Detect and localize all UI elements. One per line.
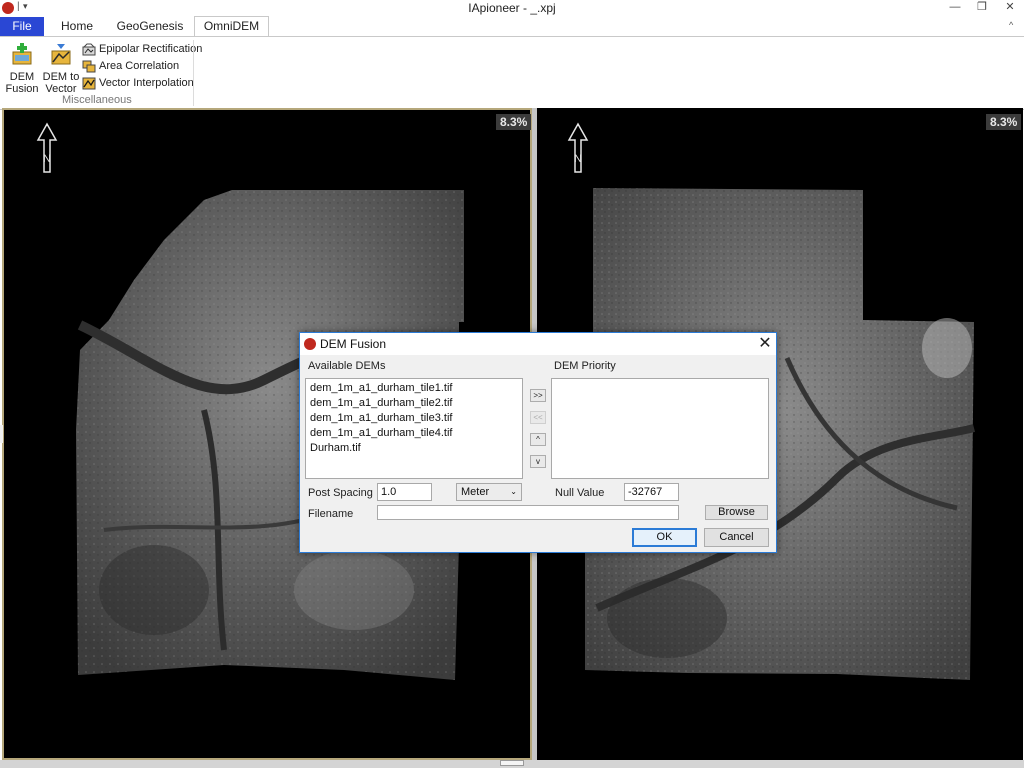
window-title: IApioneer - _.xpj <box>468 1 556 15</box>
vector-interpolation-button[interactable]: Vector Interpolation <box>82 75 194 91</box>
post-spacing-label: Post Spacing <box>308 487 373 499</box>
dem-to-vector-icon <box>51 44 71 65</box>
null-value-label: Null Value <box>555 487 605 499</box>
dem-to-vector-label: DEM to Vector <box>42 71 80 95</box>
list-item[interactable]: dem_1m_a1_durham_tile2.tif <box>306 396 522 411</box>
epipolar-rectification-button[interactable]: Epipolar Rectification <box>82 41 202 57</box>
null-value-input[interactable]: -32767 <box>624 483 679 501</box>
move-down-button[interactable]: v <box>530 455 546 468</box>
available-dems-label: Available DEMs <box>308 360 386 372</box>
chevron-down-icon: ⌄ <box>510 487 517 496</box>
area-correlation-button[interactable]: Area Correlation <box>82 58 179 74</box>
vector-interpolation-icon <box>82 77 96 89</box>
right-zoom-level: 8.3% <box>986 114 1022 130</box>
dem-fusion-button[interactable]: DEM Fusion <box>5 42 39 95</box>
close-button[interactable]: ✕ <box>999 0 1021 14</box>
ok-button[interactable]: OK <box>632 528 697 547</box>
tab-omnidem[interactable]: OmniDEM <box>194 16 269 37</box>
list-item[interactable]: dem_1m_a1_durham_tile3.tif <box>306 411 522 426</box>
dem-fusion-dialog: DEM Fusion ✕ Available DEMs DEM Priority… <box>299 332 777 553</box>
ribbon-group-separator <box>193 40 194 106</box>
list-item[interactable]: dem_1m_a1_durham_tile1.tif <box>306 381 522 396</box>
ribbon-collapse-button[interactable]: ^ <box>1009 20 1013 30</box>
list-item[interactable]: Durham.tif <box>306 441 522 456</box>
dem-fusion-label: DEM Fusion <box>5 71 39 95</box>
dem-to-vector-button[interactable]: DEM to Vector <box>42 42 80 95</box>
area-correlation-icon <box>82 60 96 72</box>
vector-interpolation-label: Vector Interpolation <box>99 77 194 89</box>
remove-from-priority-button[interactable]: << <box>530 411 546 424</box>
filename-label: Filename <box>308 508 354 520</box>
minimize-button[interactable]: — <box>944 0 966 14</box>
dialog-close-button[interactable]: ✕ <box>754 334 776 354</box>
unit-select-value: Meter <box>461 486 490 498</box>
tab-home[interactable]: Home <box>52 17 102 36</box>
left-resize-handle[interactable] <box>0 425 3 443</box>
filename-input[interactable] <box>377 505 679 520</box>
restore-button[interactable]: ❐ <box>971 0 993 14</box>
epipolar-rectification-icon <box>82 43 96 55</box>
epipolar-rectification-label: Epipolar Rectification <box>99 43 203 55</box>
list-item[interactable]: dem_1m_a1_durham_tile4.tif <box>306 426 522 441</box>
dialog-app-icon <box>304 338 316 350</box>
add-to-priority-button[interactable]: >> <box>530 389 546 402</box>
north-label: N <box>574 153 582 165</box>
available-dems-list[interactable]: dem_1m_a1_durham_tile1.tif dem_1m_a1_dur… <box>305 378 523 479</box>
dem-priority-label: DEM Priority <box>554 360 616 372</box>
post-spacing-input[interactable]: 1.0 <box>377 483 432 501</box>
left-zoom-level: 8.3% <box>496 114 532 130</box>
dialog-title: DEM Fusion <box>320 337 387 351</box>
bottom-resize-handle[interactable] <box>500 760 524 766</box>
tab-geogenesis[interactable]: GeoGenesis <box>114 17 186 36</box>
north-arrow-icon: N <box>567 122 589 173</box>
ribbon-group-label: Miscellaneous <box>62 94 132 106</box>
move-up-button[interactable]: ^ <box>530 433 546 446</box>
tab-file[interactable]: File <box>0 17 44 36</box>
unit-select[interactable]: Meter ⌄ <box>456 483 522 501</box>
browse-button[interactable]: Browse <box>705 505 768 520</box>
north-arrow-icon: N <box>36 122 58 173</box>
cancel-button[interactable]: Cancel <box>704 528 769 547</box>
area-correlation-label: Area Correlation <box>99 60 180 72</box>
dem-fusion-icon <box>12 43 32 65</box>
north-label: N <box>43 153 51 165</box>
dem-priority-list[interactable] <box>551 378 769 479</box>
